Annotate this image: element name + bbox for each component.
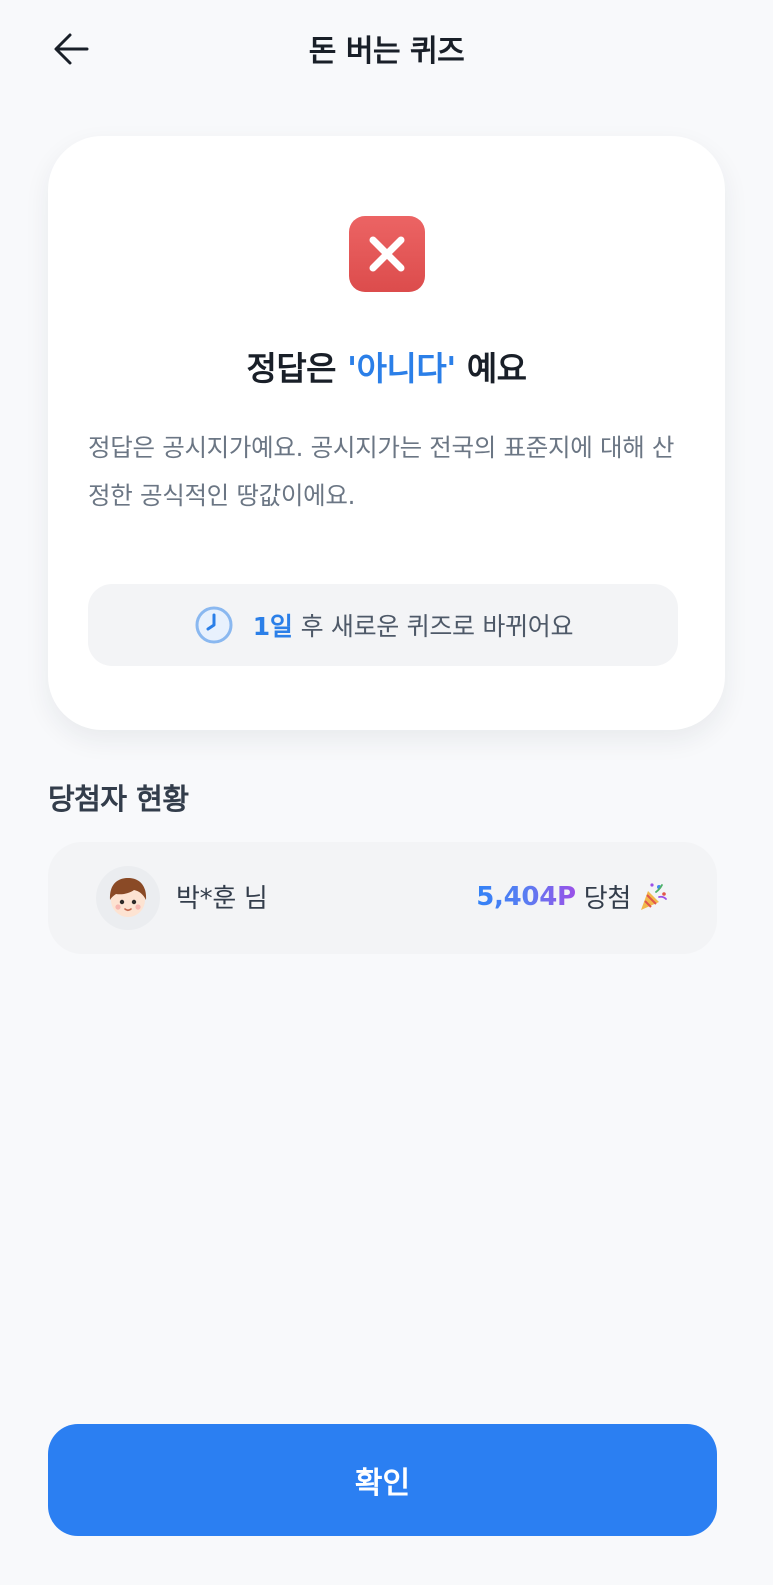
clock-icon [193, 604, 235, 646]
winner-name: 박*훈 님 [176, 884, 268, 914]
confirm-button[interactable]: 확인 [48, 1424, 717, 1536]
page-title: 돈 버는 퀴즈 [308, 34, 465, 69]
party-popper-icon [637, 881, 669, 913]
winners-section-title: 당첨자 현황 [48, 782, 189, 816]
avatar-icon [96, 866, 160, 930]
next-quiz-notice: 1일 후 새로운 퀴즈로 바뀌어요 [88, 584, 678, 666]
result-title-prefix: 정답은 [246, 349, 348, 388]
correct-answer: '아니다' [347, 349, 456, 388]
winner-row: 박*훈 님 5,404P 당첨 [48, 842, 717, 954]
explanation-text: 정답은 공시지가예요. 공시지가는 전국의 표준지에 대해 산정한 공식적인 땅… [88, 433, 675, 510]
winner-points: 5,404P [476, 881, 576, 912]
result-title: 정답은 '아니다' 예요 [48, 342, 725, 390]
x-mark-icon [349, 216, 425, 292]
notice-text: 후 새로운 퀴즈로 바뀌어요 [300, 612, 574, 641]
result-title-suffix: 예요 [455, 349, 527, 388]
result-card: 정답은 '아니다' 예요 정답은 공시지가예요. 공시지가는 전국의 표준지에 … [48, 136, 725, 730]
winner-label: 당첨 [583, 884, 632, 914]
winner-prize: 5,404P 당첨 [476, 878, 669, 915]
notice-days: 1일 [252, 612, 293, 641]
header: 돈 버는 퀴즈 [0, 0, 773, 96]
